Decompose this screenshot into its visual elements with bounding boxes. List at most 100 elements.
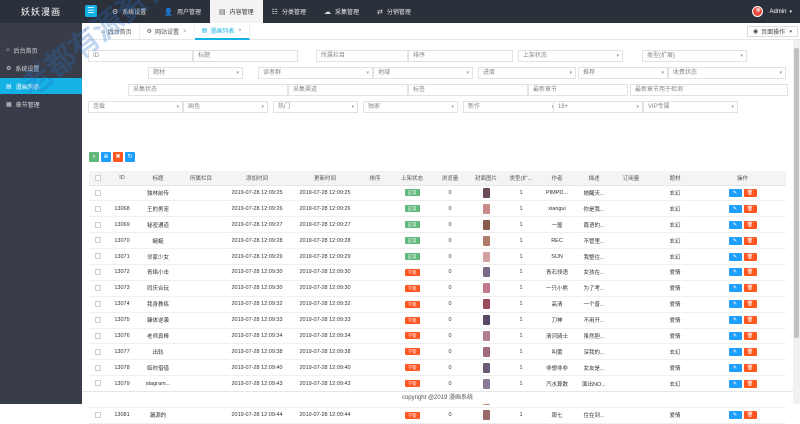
status-badge[interactable]: 正常 — [404, 253, 420, 260]
edit-button[interactable]: ✎ — [728, 316, 742, 325]
status-badge[interactable]: 下架 — [404, 268, 420, 276]
column-header-0[interactable] — [89, 171, 107, 186]
edit-button[interactable]: ✎ — [728, 188, 742, 197]
edit-button[interactable]: ✎ — [728, 347, 742, 356]
cover-image[interactable] — [482, 251, 490, 262]
edit-button[interactable]: ✎ — [728, 204, 742, 213]
cover-image[interactable] — [482, 330, 490, 341]
edit-button[interactable]: ✎ — [728, 284, 742, 293]
delete-button[interactable]: 🗑 — [743, 204, 757, 213]
close-icon[interactable]: × — [238, 28, 242, 34]
filter-row1-5[interactable]: 类型(扩展) — [642, 50, 747, 62]
filter-row3-2[interactable]: 标签 — [408, 84, 528, 96]
row-checkbox[interactable] — [95, 189, 101, 196]
row-checkbox[interactable] — [95, 237, 101, 244]
nav-item-3[interactable]: ☷ 分类管理 — [263, 0, 315, 23]
nav-item-5[interactable]: ⇄ 分销管理 — [368, 0, 420, 23]
cover-image[interactable] — [482, 187, 490, 198]
edit-button[interactable]: ✎ — [728, 252, 742, 261]
delete-button[interactable]: 🗑 — [743, 220, 757, 229]
row-checkbox[interactable] — [95, 348, 101, 355]
filter-row2-0[interactable]: 题材 — [148, 67, 243, 79]
delete-button[interactable]: 🗑 — [743, 252, 757, 261]
delete-button[interactable]: 🗑 — [743, 379, 757, 388]
cover-image[interactable] — [482, 378, 490, 389]
app-logo[interactable]: 妖妖漫画 — [0, 0, 82, 23]
filter-row2-1[interactable]: 读者群 — [258, 67, 373, 79]
scrollbar[interactable] — [793, 40, 800, 404]
filter-row3-1[interactable]: 采集渠道 — [288, 84, 408, 96]
edit-button[interactable]: ✎ — [728, 363, 742, 372]
filter-row4-6[interactable]: VIP专属 — [643, 101, 738, 113]
filter-row1-4[interactable]: 上架状态 — [518, 50, 623, 62]
status-badge[interactable]: 下架 — [404, 316, 420, 324]
delete-button[interactable]: 🗑 — [743, 363, 757, 372]
edit-button[interactable]: ✎ — [728, 411, 742, 420]
filter-row4-1[interactable]: 画色 — [183, 101, 268, 113]
filter-row4-5[interactable]: 18+ — [553, 101, 643, 113]
row-checkbox[interactable] — [95, 221, 101, 228]
filter-row2-5[interactable]: 收费状态 — [668, 67, 786, 79]
filter-row4-2[interactable]: 热门 — [273, 101, 358, 113]
cover-image[interactable] — [482, 299, 490, 310]
status-badge[interactable]: 下架 — [404, 332, 420, 340]
cover-image[interactable] — [482, 410, 490, 421]
filter-row2-3[interactable]: 进度 — [478, 67, 576, 79]
filter-row1-0[interactable]: ID — [88, 50, 193, 62]
row-checkbox[interactable] — [95, 412, 101, 419]
status-badge[interactable]: 下架 — [404, 284, 420, 292]
row-checkbox[interactable] — [95, 332, 101, 339]
sidebar-item-0[interactable]: ⌂ 后台首页 — [0, 42, 82, 58]
status-badge[interactable]: 正常 — [404, 237, 420, 245]
delete-button[interactable]: 🗑 — [743, 284, 757, 293]
page-operation-button[interactable]: ◉ 页面操作 ▾ — [746, 26, 798, 37]
cover-image[interactable] — [482, 346, 490, 357]
select-all-checkbox[interactable] — [95, 174, 101, 181]
row-checkbox[interactable] — [95, 364, 101, 371]
row-checkbox[interactable] — [95, 285, 101, 292]
filter-row3-3[interactable]: 最新章节 — [528, 84, 628, 96]
row-checkbox[interactable] — [95, 300, 101, 307]
delete-button[interactable]: 🗑 — [743, 411, 757, 420]
filter-row2-4[interactable]: 推荐 — [578, 67, 668, 79]
delete-button[interactable]: 🗑 — [743, 316, 757, 325]
filter-row1-1[interactable]: 标题 — [193, 50, 298, 62]
delete-button[interactable]: 🗑 — [743, 236, 757, 245]
nav-item-2[interactable]: ▤ 内容管理 — [210, 0, 263, 23]
delete-button[interactable]: 🗑 — [743, 268, 757, 277]
edit-button[interactable]: ✎ — [728, 268, 742, 277]
edit-button[interactable]: ✎ — [728, 236, 742, 245]
cover-image[interactable] — [482, 362, 490, 373]
sidebar-item-3[interactable]: ▦ 章节管理 — [0, 96, 82, 112]
filter-row4-0[interactable]: 连载 — [88, 101, 183, 113]
tab-0[interactable]: ⌂ 后台首页 — [94, 23, 140, 40]
sidebar-item-1[interactable]: ⚙ 系统设置 — [0, 60, 82, 76]
edit-button[interactable]: ✎ — [728, 379, 742, 388]
scroll-thumb[interactable] — [794, 48, 799, 338]
row-checkbox[interactable] — [95, 380, 101, 387]
sidebar-item-2[interactable]: ▤ 漫画列表 — [0, 78, 82, 94]
close-icon[interactable]: × — [183, 29, 187, 35]
delete-button[interactable]: 🗑 — [743, 347, 757, 356]
delete-button[interactable]: 🗑 — [743, 331, 757, 340]
row-checkbox[interactable] — [95, 205, 101, 212]
cover-image[interactable] — [482, 219, 490, 230]
cover-image[interactable] — [482, 235, 490, 246]
delete-icon[interactable]: ✖ — [113, 152, 123, 162]
cover-image[interactable] — [482, 267, 490, 278]
filter-row3-4[interactable]: 最新章节用于检测 — [630, 84, 788, 96]
search-icon[interactable]: ⌕ — [89, 152, 99, 162]
add-icon[interactable]: ⊕ — [101, 152, 111, 162]
menu-toggle-icon[interactable]: ☰ — [85, 5, 97, 17]
filter-row1-2[interactable]: 所属栏目 — [316, 50, 408, 62]
edit-button[interactable]: ✎ — [728, 220, 742, 229]
status-badge[interactable]: 下架 — [404, 300, 420, 308]
status-badge[interactable]: 下架 — [404, 364, 420, 372]
nav-item-1[interactable]: 👤 用户管理 — [155, 0, 210, 23]
status-badge[interactable]: 下架 — [404, 348, 420, 356]
cover-image[interactable] — [482, 203, 490, 214]
status-badge[interactable]: 下架 — [404, 411, 420, 419]
status-badge[interactable]: 正常 — [404, 205, 420, 213]
edit-button[interactable]: ✎ — [728, 331, 742, 340]
tab-2[interactable]: ▤ 漫画列表 × — [194, 23, 250, 40]
